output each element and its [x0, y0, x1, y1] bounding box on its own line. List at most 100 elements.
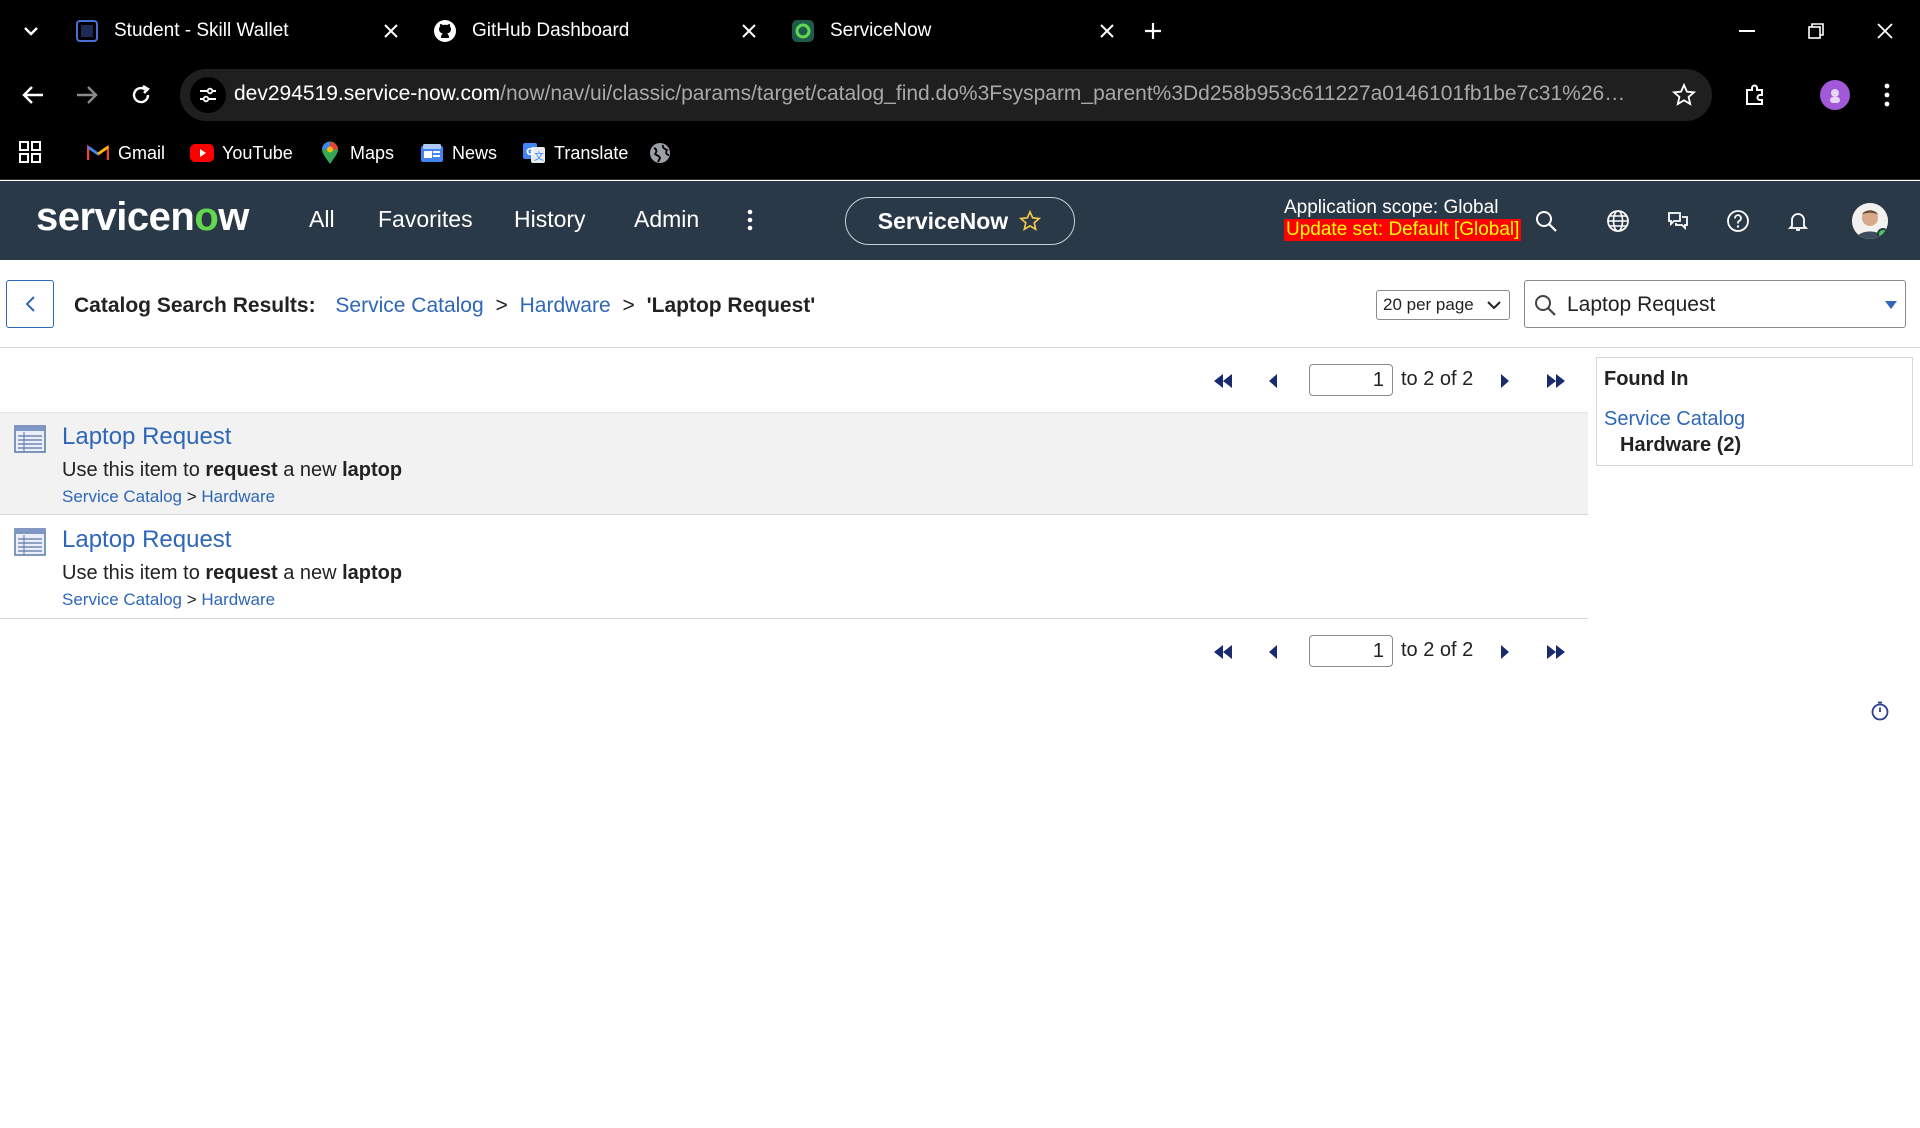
back-button[interactable] [6, 280, 54, 328]
globe-icon [648, 141, 672, 165]
globe-icon[interactable] [1604, 207, 1632, 235]
extensions-puzzle-icon[interactable] [1738, 78, 1772, 112]
chevron-down-icon [1485, 296, 1503, 314]
svg-text:文: 文 [534, 150, 544, 163]
github-icon [432, 18, 458, 44]
bookmark-news[interactable]: News [420, 138, 497, 168]
per-page-select[interactable]: 20 per page [1376, 290, 1510, 320]
menu-favorites[interactable]: Favorites [378, 206, 473, 233]
result-path-hardware[interactable]: Hardware [201, 487, 275, 506]
close-window-icon[interactable] [1868, 14, 1902, 48]
logo-text-end: w [218, 195, 249, 239]
favorite-star-icon[interactable] [1018, 209, 1042, 233]
tab-github-dashboard[interactable]: GitHub Dashboard [418, 6, 776, 56]
bookmark-gmail[interactable]: Gmail [86, 138, 165, 168]
maps-icon [318, 141, 342, 165]
result-path: Service Catalog > Hardware [62, 590, 276, 609]
context-pill-servicenow[interactable]: ServiceNow [845, 197, 1075, 245]
servicenow-logo[interactable]: servicenow [36, 195, 249, 240]
back-arrow-icon[interactable] [16, 78, 50, 112]
next-page-icon[interactable] [1492, 368, 1518, 394]
found-in-hardware-category[interactable]: Hardware (2) [1620, 434, 1741, 457]
tab-search-chevron-icon[interactable] [18, 18, 44, 44]
first-page-icon[interactable] [1210, 639, 1236, 665]
more-menu-icon[interactable] [738, 205, 762, 235]
found-in-heading: Found In [1604, 368, 1689, 390]
logo-accent: o [194, 195, 219, 239]
last-page-icon[interactable] [1543, 639, 1569, 665]
catalog-title-bar: Catalog Search Results: Service Catalog … [0, 260, 1920, 348]
bookmark-label: Maps [350, 142, 395, 163]
restore-window-icon[interactable] [1799, 14, 1833, 48]
menu-history[interactable]: History [514, 206, 586, 233]
servicenow-icon [790, 18, 816, 44]
close-tab-icon[interactable] [378, 18, 404, 44]
menu-all[interactable]: All [309, 206, 335, 233]
page-number-input[interactable]: 1 [1309, 364, 1393, 396]
previous-page-icon[interactable] [1260, 639, 1286, 665]
previous-page-icon[interactable] [1260, 368, 1286, 394]
bookmark-label: News [452, 142, 498, 163]
stopwatch-icon[interactable] [1869, 700, 1891, 722]
bookmark-translate[interactable]: G文 Translate [522, 138, 628, 168]
first-page-icon[interactable] [1210, 368, 1236, 394]
browser-menu-icon[interactable] [1872, 78, 1902, 112]
svg-text:G: G [526, 147, 534, 158]
bookmark-maps[interactable]: Maps [318, 138, 394, 168]
tab-servicenow[interactable]: ServiceNow [776, 6, 1134, 56]
bookmark-globe[interactable] [648, 138, 680, 168]
forward-arrow-icon[interactable] [70, 78, 104, 112]
pagination-top: 1 to 2 of 2 [1210, 364, 1570, 398]
profile-avatar-icon[interactable] [1820, 80, 1850, 110]
address-bar[interactable]: dev294519.service-now.com/now/nav/ui/cla… [180, 69, 1712, 121]
bookmark-star-icon[interactable] [1670, 81, 1698, 109]
found-in-service-catalog-link[interactable]: Service Catalog [1604, 408, 1745, 431]
breadcrumb-hardware[interactable]: Hardware [520, 294, 611, 317]
search-result-item: Laptop Request Use this item to request … [0, 412, 1588, 515]
skill-wallet-icon [74, 18, 100, 44]
bookmarks-bar: Gmail YouTube Maps News G文 Translate [0, 128, 1920, 180]
url-host: dev294519.service-now.com [234, 82, 501, 105]
result-path-service-catalog[interactable]: Service Catalog [62, 590, 182, 609]
tab-skill-wallet[interactable]: Student - Skill Wallet [60, 6, 418, 56]
result-title-link[interactable]: Laptop Request [62, 423, 231, 451]
site-info-icon[interactable] [190, 77, 226, 113]
page-number-input[interactable]: 1 [1309, 635, 1393, 667]
tab-title: ServiceNow [830, 20, 932, 41]
tab-title: Student - Skill Wallet [114, 20, 289, 41]
result-path-hardware[interactable]: Hardware [201, 590, 275, 609]
search-value: Laptop Request [1567, 293, 1716, 316]
scope-info[interactable]: Application scope: Global Update set: De… [1284, 197, 1522, 241]
chat-bubbles-icon[interactable] [1664, 207, 1692, 235]
result-description: Use this item to request a new laptop [62, 459, 403, 481]
last-page-icon[interactable] [1543, 368, 1569, 394]
menu-admin[interactable]: Admin [634, 206, 699, 233]
result-title-link[interactable]: Laptop Request [62, 526, 231, 554]
dropdown-triangle-icon[interactable] [1883, 299, 1899, 311]
search-icon[interactable] [1532, 207, 1560, 235]
bookmark-label: YouTube [222, 142, 293, 163]
close-tab-icon[interactable] [1094, 18, 1120, 44]
url-text: dev294519.service-now.com/now/nav/ui/cla… [234, 82, 1634, 106]
bookmark-label: Translate [554, 142, 629, 163]
result-path: Service Catalog > Hardware [62, 487, 276, 506]
notifications-bell-icon[interactable] [1784, 207, 1812, 235]
reload-icon[interactable] [124, 78, 158, 112]
browser-tab-bar: Student - Skill Wallet GitHub Dashboard … [0, 0, 1920, 62]
chevron-left-icon [25, 296, 35, 312]
bookmark-youtube[interactable]: YouTube [190, 138, 293, 168]
browser-address-row: dev294519.service-now.com/now/nav/ui/cla… [0, 62, 1920, 128]
youtube-icon [190, 141, 214, 165]
new-tab-plus-icon[interactable] [1138, 16, 1168, 46]
next-page-icon[interactable] [1492, 639, 1518, 665]
apps-grid-icon[interactable] [18, 140, 44, 166]
catalog-search-input[interactable]: Laptop Request [1524, 280, 1906, 328]
result-path-service-catalog[interactable]: Service Catalog [62, 487, 182, 506]
help-icon[interactable] [1724, 207, 1752, 235]
breadcrumb-service-catalog[interactable]: Service Catalog [335, 294, 483, 317]
minimize-window-icon[interactable] [1730, 14, 1764, 48]
catalog-item-icon [14, 528, 46, 556]
breadcrumb-current: 'Laptop Request' [646, 294, 816, 317]
close-tab-icon[interactable] [736, 18, 762, 44]
user-avatar[interactable] [1852, 203, 1888, 239]
